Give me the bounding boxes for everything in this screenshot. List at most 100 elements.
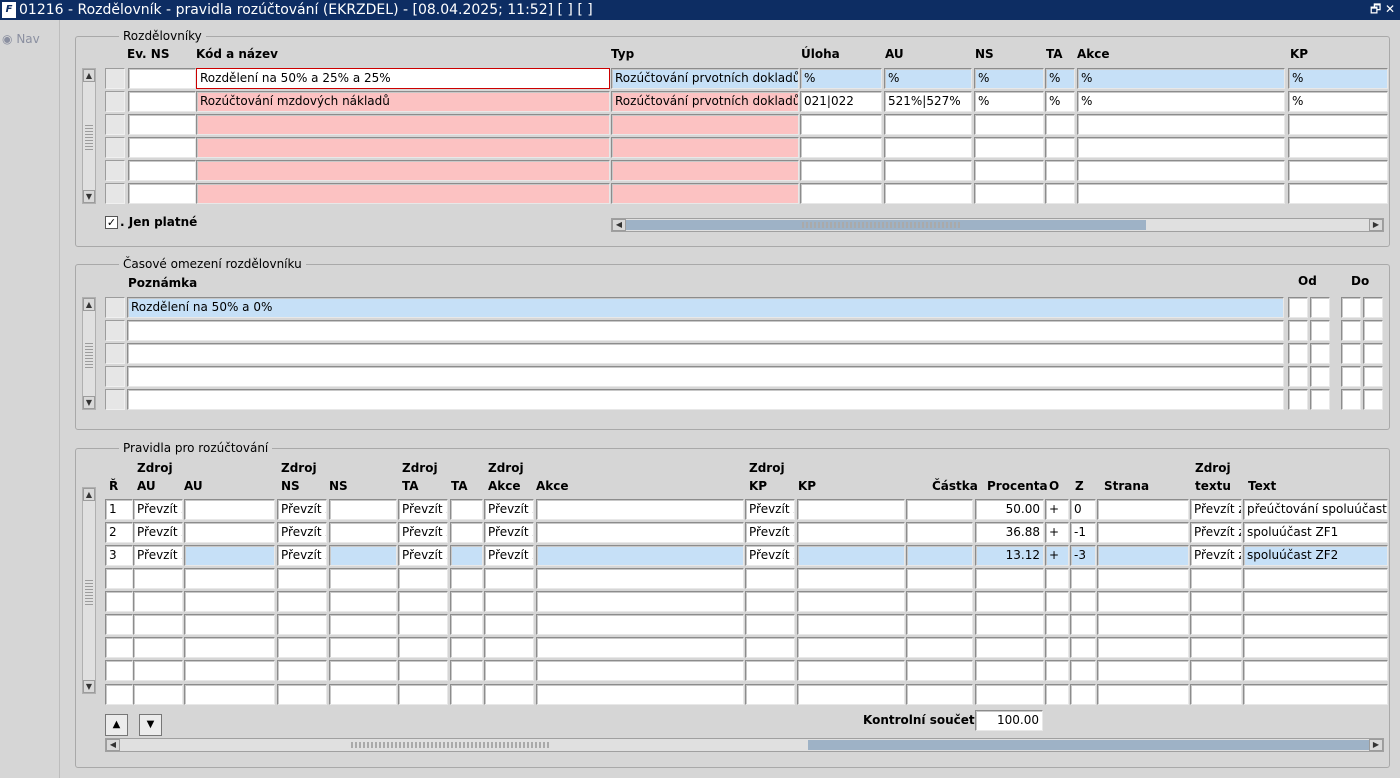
pravidlo-akce-field[interactable] [536,684,744,705]
rozdelovnik-kp-field[interactable] [1288,114,1388,135]
pravidlo-zkp-field[interactable] [745,568,795,589]
pravidlo-o-field[interactable] [1045,614,1069,635]
pravidlo-zakce-field[interactable]: Převzít z [484,545,534,566]
rozdelovnik-typ-field[interactable]: Rozúčtování prvotních dokladů [611,68,799,89]
pravidlo-ztext-field[interactable] [1190,614,1242,635]
scroll-up-icon[interactable]: ▲ [83,69,95,82]
rozdelovnik-ns-field[interactable]: % [974,91,1044,112]
pravidlo-o-field[interactable]: + [1045,545,1069,566]
pravidlo-zkp-field[interactable]: Převzít z [745,499,795,520]
pravidlo-akce-field[interactable] [536,660,744,681]
pravidlo-r-field[interactable] [105,637,133,658]
pravidlo-ns-field[interactable] [329,591,397,612]
pravidlo-procenta-field[interactable]: 50.00 [975,499,1044,520]
rozdelovnik-kp-field[interactable]: % [1288,68,1388,89]
pravidlo-zns-field[interactable] [277,591,327,612]
rozdelovnik-ta-field[interactable]: % [1045,68,1075,89]
pravidlo-zns-field[interactable]: Převzít z [277,499,327,520]
pravidlo-zns-field[interactable] [277,684,327,705]
pravidlo-r-field[interactable] [105,591,133,612]
od-field[interactable] [1288,343,1308,364]
pravidlo-ns-field[interactable] [329,568,397,589]
pravidlo-zta-field[interactable] [398,637,448,658]
rozdelovnik-kp-field[interactable]: % [1288,91,1388,112]
do-field[interactable] [1363,320,1383,341]
pravidlo-zau-field[interactable] [133,660,183,681]
pravidlo-ztext-field[interactable]: Převzít z [1190,499,1242,520]
pravidlo-strana-field[interactable] [1097,522,1189,543]
rozdelovnik-kod-field[interactable]: Rozúčtování mzdových nákladů [196,91,610,112]
pravidlo-au-field[interactable] [184,637,275,658]
rozdelovnik-au-field[interactable] [884,160,972,181]
pravidlo-zta-field[interactable] [398,684,448,705]
pravidlo-procenta-field[interactable] [975,591,1044,612]
pravidlo-o-field[interactable] [1045,591,1069,612]
pravidlo-strana-field[interactable] [1097,684,1189,705]
do-field[interactable] [1341,366,1361,387]
pravidlo-text-field[interactable] [1243,591,1388,612]
pravidlo-procenta-field[interactable]: 13.12 [975,545,1044,566]
pravidlo-castka-field[interactable] [906,568,973,589]
scroll-up-icon[interactable]: ▲ [83,298,95,311]
pravidlo-r-field[interactable] [105,684,133,705]
move-up-button[interactable]: ▲ [105,714,128,736]
pravidlo-zns-field[interactable] [277,660,327,681]
pravidlo-zkp-field[interactable]: Převzít z [745,522,795,543]
scroll-up-icon[interactable]: ▲ [83,488,95,501]
scroll-right-icon[interactable]: ▶ [1369,219,1383,231]
rozdelovnik-uloha-field[interactable]: % [800,68,882,89]
pravidlo-z-field[interactable]: -1 [1070,522,1096,543]
casove-vscroll[interactable]: ▲ ▼ [82,297,96,410]
pravidlo-castka-field[interactable] [906,522,973,543]
rozdelovnik-ta-field[interactable] [1045,114,1075,135]
rozdelovnik-typ-field[interactable] [611,114,799,135]
pravidlo-akce-field[interactable] [536,568,744,589]
scroll-down-icon[interactable]: ▼ [83,680,95,693]
pravidlo-zakce-field[interactable] [484,568,534,589]
pravidlo-zns-field[interactable] [277,637,327,658]
pravidlo-zta-field[interactable]: Převzít z [398,545,448,566]
pravidlo-akce-field[interactable] [536,545,744,566]
poznamka-field[interactable] [127,366,1284,387]
pravidlo-zakce-field[interactable] [484,637,534,658]
pravidlo-zta-field[interactable]: Převzít z [398,499,448,520]
row-indicator[interactable] [105,114,125,135]
rozdelovnik-typ-field[interactable] [611,137,799,158]
rozdelovnik-ns-field[interactable] [974,160,1044,181]
pravidlo-zau-field[interactable] [133,568,183,589]
rozdelovnik-kp-field[interactable] [1288,183,1388,204]
od-field[interactable] [1310,389,1330,410]
pravidlo-text-field[interactable] [1243,660,1388,681]
pravidlo-kp-field[interactable] [797,499,905,520]
pravidlo-z-field[interactable] [1070,568,1096,589]
row-indicator[interactable] [105,343,125,364]
pravidlo-zkp-field[interactable] [745,684,795,705]
pravidlo-procenta-field[interactable] [975,568,1044,589]
pravidlo-au-field[interactable] [184,545,275,566]
do-field[interactable] [1341,320,1361,341]
pravidlo-castka-field[interactable] [906,684,973,705]
jen-platne-checkbox[interactable]: ✓ [105,216,118,229]
pravidlo-kp-field[interactable] [797,545,905,566]
od-field[interactable] [1288,366,1308,387]
pravidlo-ta-field[interactable] [450,591,483,612]
pravidlo-ns-field[interactable] [329,684,397,705]
pravidlo-au-field[interactable] [184,568,275,589]
poznamka-field[interactable] [127,320,1284,341]
rozdelovnik-akce-field[interactable] [1077,114,1285,135]
pravidlo-o-field[interactable] [1045,684,1069,705]
pravidlo-strana-field[interactable] [1097,568,1189,589]
pravidlo-au-field[interactable] [184,499,275,520]
pravidlo-o-field[interactable] [1045,568,1069,589]
pravidlo-z-field[interactable] [1070,614,1096,635]
rozdelovnik-kod-field[interactable]: Rozdělení na 50% a 25% a 25% [196,68,610,89]
rozdelovnik-kod-field[interactable] [196,114,610,135]
pravidlo-zau-field[interactable] [133,614,183,635]
rozdelovnik-ns-field[interactable]: % [974,68,1044,89]
od-field[interactable] [1288,389,1308,410]
row-indicator[interactable] [105,389,125,410]
rozdelovnik-ev_ns-field[interactable] [128,160,196,181]
rozdelovnik-au-field[interactable] [884,114,972,135]
row-indicator[interactable] [105,160,125,181]
do-field[interactable] [1363,297,1383,318]
